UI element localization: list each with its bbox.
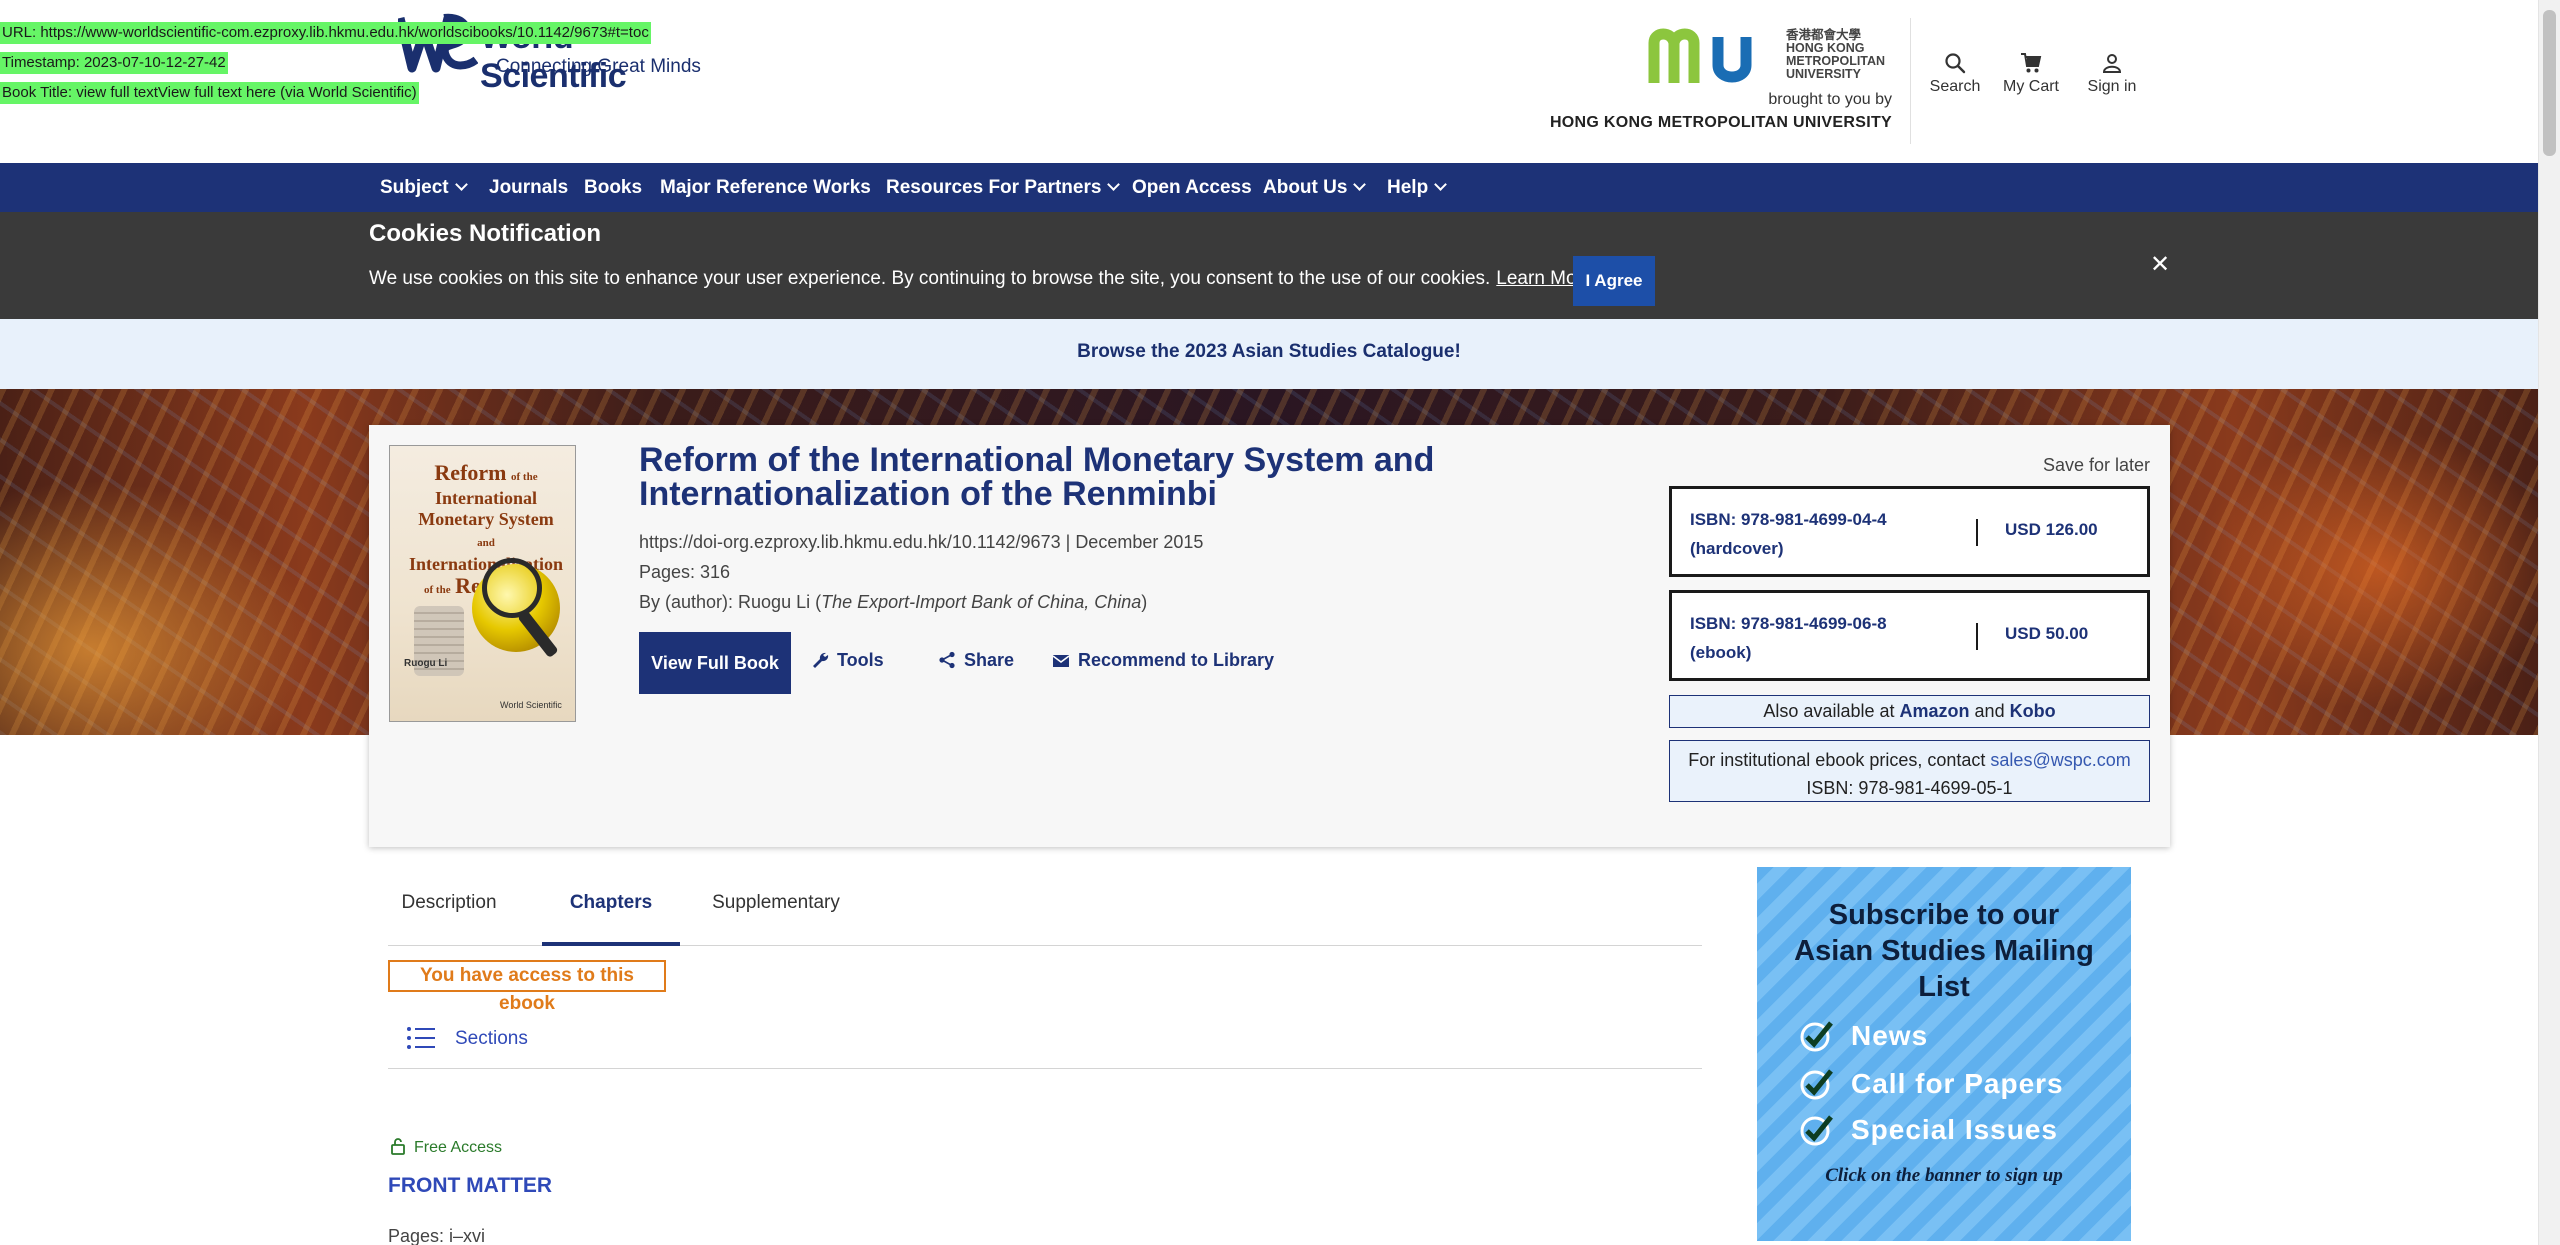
page-scrollbar[interactable] [2538, 0, 2560, 1245]
tab-description[interactable]: Description [388, 868, 510, 946]
book-title: Reform of the International Monetary Sys… [639, 441, 1435, 513]
nav-subject[interactable]: Subject [380, 163, 468, 212]
chevron-down-icon [1107, 178, 1121, 191]
price-option-ebook[interactable]: ISBN: 978-981-4699-06-8 (ebook) USD 50.00 [1669, 590, 2150, 681]
share-button[interactable]: Share [938, 650, 1014, 671]
subscribe-cta: Click on the banner to sign up [1825, 1165, 2063, 1186]
unlock-icon [391, 1138, 405, 1155]
recommend-to-library-button[interactable]: Recommend to Library [1052, 650, 1274, 671]
isbn-ebook: ISBN: 978-981-4699-06-8 [1690, 614, 1887, 633]
cookies-message-row: We use cookies on this site to enhance y… [369, 268, 1593, 290]
book-doi-date: https://doi-org.ezproxy.lib.hkmu.edu.hk/… [639, 532, 1204, 552]
chevron-down-icon [1353, 178, 1367, 191]
hkmu-university-name: 香港都會大學 HONG KONG METROPOLITAN UNIVERSITY [1786, 28, 1886, 81]
author-affiliation: The Export-Import Bank of China, China [821, 592, 1142, 612]
catalogue-banner-link[interactable]: Browse the 2023 Asian Studies Catalogue! [0, 319, 2538, 389]
access-badge: You have access to this ebook [388, 960, 666, 1014]
amazon-link[interactable]: Amazon [1900, 701, 1970, 721]
doi-link[interactable]: https://doi-org.ezproxy.lib.hkmu.edu.hk/… [639, 532, 1061, 552]
content-tabs: Description Chapters Supplementary [388, 868, 1702, 946]
ad-item-news: News [1799, 1017, 1928, 1053]
kobo-link[interactable]: Kobo [2010, 701, 2056, 721]
mail-icon [1052, 655, 1070, 667]
tools-button[interactable]: Tools [811, 650, 884, 671]
chevron-down-icon [454, 178, 468, 191]
checkmark-icon [1800, 1069, 1833, 1100]
brought-to-you-text: brought to you by [1768, 91, 1892, 108]
wrench-icon [813, 652, 829, 668]
institutional-pricing-box: For institutional ebook prices, contact … [1669, 740, 2150, 802]
scrollbar-thumb[interactable] [2543, 10, 2556, 156]
cart-label: My Cart [2003, 78, 2059, 95]
overlay-url: URL: https://www-worldscientific-com.ezp… [0, 22, 651, 44]
book-pages: Pages: 316 [639, 562, 731, 582]
cart-button[interactable]: My Cart [1996, 52, 2066, 96]
tab-chapters[interactable]: Chapters [542, 868, 680, 946]
price-divider [1976, 519, 1978, 546]
subscribe-banner[interactable]: Subscribe to our Asian Studies Mailing L… [1757, 867, 2131, 1241]
main-nav: Subject Journals Books Major Reference W… [0, 163, 2538, 212]
book-cover[interactable]: Reform of the International Monetary Sys… [389, 445, 576, 722]
sections-toggle[interactable]: Sections [388, 1018, 1702, 1069]
isbn-hardcover: ISBN: 978-981-4699-04-4 [1690, 510, 1887, 529]
user-icon [2102, 54, 2122, 73]
search-button[interactable]: Search [1920, 52, 1990, 96]
book-card: Reform of the International Monetary Sys… [369, 425, 2170, 847]
search-label: Search [1929, 78, 1981, 95]
free-access-indicator: Free Access [390, 1137, 502, 1157]
ad-item-special-issues: Special Issues [1799, 1111, 2058, 1147]
nav-journals[interactable]: Journals [489, 163, 568, 212]
price-hardcover: USD 126.00 [2005, 520, 2098, 539]
logo-tagline: Connecting Great Minds [496, 56, 701, 77]
site-header: World Scientific Connecting Great Minds … [0, 0, 2538, 163]
cookies-title: Cookies Notification [369, 220, 602, 247]
chevron-down-icon [1434, 178, 1448, 191]
institution-name: HONG KONG METROPOLITAN UNIVERSITY [1549, 114, 1892, 131]
price-divider [1976, 623, 1978, 650]
cookies-message: We use cookies on this site to enhance y… [369, 268, 1491, 289]
subscribe-headline: Subscribe to our Asian Studies Mailing L… [1794, 899, 2094, 1003]
sections-label: Sections [455, 1028, 528, 1049]
checkmark-icon [1800, 1115, 1833, 1146]
agree-button[interactable]: I Agree [1573, 256, 1655, 306]
save-for-later-link[interactable]: Save for later [2043, 455, 2150, 476]
front-matter-link[interactable]: FRONT MATTER [388, 1174, 552, 1198]
price-option-hardcover[interactable]: ISBN: 978-981-4699-04-4 (hardcover) USD 1… [1669, 486, 2150, 577]
format-ebook: (ebook) [1690, 643, 1752, 662]
checkmark-icon [1800, 1021, 1833, 1052]
price-ebook: USD 50.00 [2005, 624, 2089, 643]
overlay-timestamp: Timestamp: 2023-07-10-12-27-42 [0, 52, 228, 74]
nav-help[interactable]: Help [1387, 163, 1448, 212]
sales-email-link[interactable]: sales@wspc.com [1990, 750, 2130, 770]
front-matter-pages: Pages: i–xvi [388, 1226, 486, 1245]
nav-resources-for-partners[interactable]: Resources For Partners [886, 163, 1121, 212]
institutional-isbn: ISBN: 978-981-4699-05-1 [1806, 778, 2013, 798]
format-hardcover: (hardcover) [1690, 539, 1784, 558]
tab-supplementary[interactable]: Supplementary [701, 868, 851, 946]
book-author: By (author): Ruogu Li (The Export-Import… [639, 592, 1148, 612]
cover-publisher: World Scientific [500, 700, 562, 710]
view-full-book-button[interactable]: View Full Book [639, 632, 791, 694]
signin-button[interactable]: Sign in [2077, 52, 2147, 96]
ad-item-call-for-papers: Call for Papers [1799, 1065, 2064, 1101]
close-icon[interactable]: ✕ [2150, 250, 2170, 279]
list-icon [407, 1027, 435, 1049]
header-divider [1910, 18, 1911, 144]
nav-major-reference-works[interactable]: Major Reference Works [660, 163, 871, 212]
overlay-book-title: Book Title: view full textView full text… [0, 82, 419, 104]
institution-branding: 香港都會大學 HONG KONG METROPOLITAN UNIVERSITY… [1540, 25, 1896, 137]
share-icon [939, 651, 955, 669]
publication-date: December 2015 [1075, 532, 1204, 552]
cart-icon [2021, 53, 2042, 73]
also-available-box: Also available at Amazon and Kobo [1669, 695, 2150, 728]
nav-about-us[interactable]: About Us [1263, 163, 1367, 212]
cover-author: Ruogu Li [404, 658, 448, 669]
cookies-notification: Cookies Notification We use cookies on t… [0, 212, 2538, 319]
nav-books[interactable]: Books [584, 163, 642, 212]
search-icon [1945, 53, 1966, 74]
nav-open-access[interactable]: Open Access [1132, 163, 1252, 212]
magnifier-icon [482, 558, 542, 618]
signin-label: Sign in [2087, 78, 2137, 95]
